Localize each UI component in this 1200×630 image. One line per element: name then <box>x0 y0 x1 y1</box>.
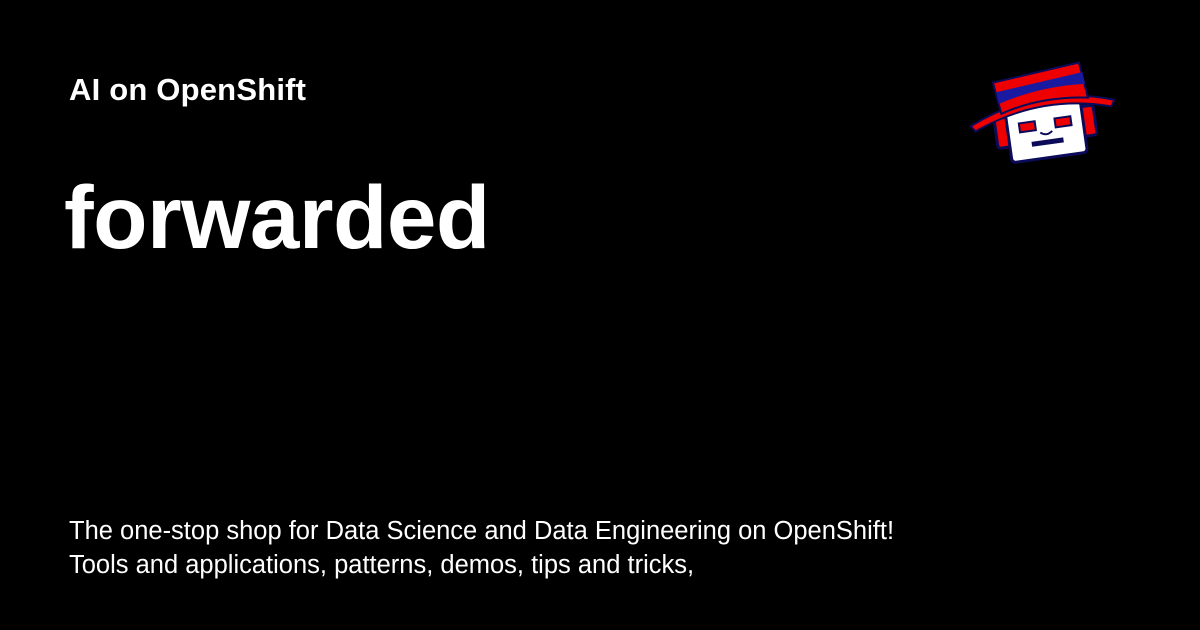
robot-with-red-hat-icon <box>969 61 1116 164</box>
robot-left-eye <box>1017 120 1038 134</box>
page-title: forwarded <box>64 167 490 267</box>
robot-right-eye <box>1053 115 1073 129</box>
site-description: The one-stop shop for Data Science and D… <box>69 517 895 579</box>
site-name: AI on OpenShift <box>69 72 307 107</box>
